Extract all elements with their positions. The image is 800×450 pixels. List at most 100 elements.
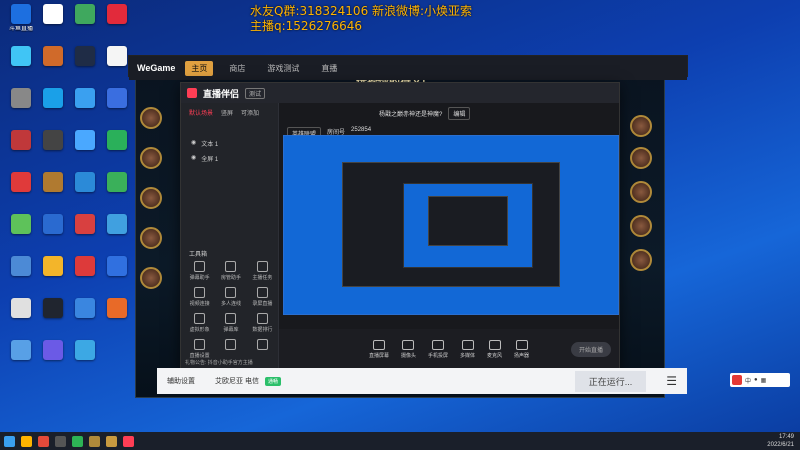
tool-item[interactable] — [216, 339, 245, 359]
desktop-icon[interactable] — [100, 88, 134, 128]
desktop-icon[interactable] — [68, 298, 102, 338]
scene-tab-vertical[interactable]: 竖屏 — [221, 108, 233, 117]
eye-icon[interactable]: ◉ — [191, 139, 196, 148]
bottom-action[interactable]: 摄像头 — [401, 339, 416, 359]
tool-item[interactable]: 视频连接 — [185, 287, 214, 307]
desktop-icon[interactable] — [36, 214, 70, 254]
desktop-icon[interactable] — [68, 340, 102, 380]
wegame-icon[interactable] — [106, 435, 117, 447]
ime-toolbar[interactable]: 中 ● ▦ — [730, 373, 790, 387]
champion-portrait[interactable] — [140, 187, 162, 209]
tab-home[interactable]: 主页 — [185, 60, 214, 76]
tool-item[interactable]: 房管助手 — [216, 261, 245, 281]
tool-item[interactable]: 虚拟形象 — [185, 313, 214, 333]
tool-item[interactable]: 弹幕库 — [216, 313, 245, 333]
desktop-icon[interactable] — [68, 256, 102, 296]
champion-portrait[interactable] — [140, 147, 162, 169]
running-status-button[interactable]: 正在运行... — [574, 370, 647, 392]
desktop-icon[interactable] — [4, 172, 38, 212]
keyboard-icon[interactable]: ▦ — [761, 377, 767, 384]
mic-icon[interactable]: ● — [754, 377, 758, 383]
desktop-icon[interactable] — [4, 256, 38, 296]
desktop-icon[interactable] — [4, 340, 38, 380]
desktop-icon[interactable]: 斗鱼直播 — [4, 4, 38, 44]
explorer-icon[interactable] — [21, 435, 32, 447]
action-label: 多媒体 — [460, 352, 476, 359]
source-item[interactable]: ◉ 全屏 1 — [181, 151, 278, 166]
app-icon — [75, 46, 95, 66]
app-icon[interactable] — [55, 435, 66, 447]
wechat-icon[interactable] — [72, 435, 83, 447]
champion-portrait[interactable] — [630, 249, 652, 271]
desktop-icon[interactable] — [68, 172, 102, 212]
desktop-icon-label: 斗鱼直播 — [8, 26, 33, 32]
topic-edit-button[interactable]: 编辑 — [448, 107, 471, 120]
champion-portrait[interactable] — [140, 227, 162, 249]
desktop-icon[interactable] — [68, 214, 102, 254]
desktop-icon[interactable] — [36, 340, 70, 380]
desktop-icon[interactable] — [100, 256, 134, 296]
desktop-icon[interactable] — [100, 172, 134, 212]
desktop-icon[interactable] — [68, 88, 102, 128]
tab-live[interactable]: 直播 — [315, 61, 343, 76]
start-icon[interactable] — [4, 435, 15, 447]
menu-icon[interactable]: ☰ — [666, 374, 677, 388]
ime-mode[interactable]: 中 — [745, 376, 751, 385]
tray-clock[interactable]: 17:49 2022/6/21 — [767, 433, 794, 449]
tool-item[interactable]: 弹幕助手 — [185, 261, 214, 281]
desktop-icon[interactable] — [4, 298, 38, 338]
chrome-icon[interactable] — [38, 435, 49, 447]
tool-item[interactable]: 录屏直播 — [248, 287, 277, 307]
desktop-icon[interactable] — [68, 46, 102, 86]
assist-settings-button[interactable]: 辅助设置 — [167, 376, 195, 386]
champion-portrait[interactable] — [630, 215, 652, 237]
desktop-icon[interactable] — [100, 130, 134, 170]
bottom-action[interactable]: 手机投屏 — [428, 339, 448, 359]
desktop-icon[interactable] — [36, 172, 70, 212]
champion-portrait[interactable] — [630, 147, 652, 169]
stream-app-icon[interactable] — [123, 435, 134, 447]
source-item[interactable]: ◉ 文本 1 — [181, 136, 278, 151]
go-live-button[interactable]: 开始直播 — [570, 342, 611, 357]
scene-tab-default[interactable]: 默认场景 — [189, 108, 213, 117]
scene-tab-add[interactable]: 可添加 — [241, 108, 259, 117]
action-label: 麦克风 — [487, 352, 503, 359]
champion-portrait[interactable] — [630, 115, 652, 137]
bottom-action[interactable]: 麦克风 — [487, 339, 503, 359]
tool-label: 主播任务 — [252, 275, 273, 281]
eye-icon[interactable]: ◉ — [191, 154, 196, 163]
desktop-icon[interactable] — [36, 298, 70, 338]
desktop-icon[interactable] — [36, 88, 70, 128]
desktop-icon[interactable] — [4, 46, 38, 86]
champion-portrait[interactable] — [140, 267, 162, 289]
bottom-action[interactable]: 直播屏幕 — [369, 339, 389, 359]
bottom-action[interactable]: 扬声器 — [514, 339, 529, 359]
tab-store[interactable]: 商店 — [223, 61, 251, 76]
game-server[interactable]: 艾欧尼亚 电信 通畅 — [215, 376, 281, 386]
desktop-icon[interactable] — [100, 4, 134, 44]
champion-portrait[interactable] — [140, 107, 162, 129]
desktop-icon[interactable] — [36, 130, 70, 170]
status-badge: 通畅 — [264, 376, 281, 386]
tab-test[interactable]: 游戏测试 — [261, 61, 305, 76]
desktop-icon[interactable] — [36, 256, 70, 296]
desktop-icon[interactable] — [4, 214, 38, 254]
tool-item[interactable]: 直播设置 — [185, 339, 214, 359]
tool-label: 录屏直播 — [252, 301, 273, 307]
desktop-icon[interactable] — [100, 214, 134, 254]
desktop-icon[interactable] — [100, 298, 134, 338]
tool-item[interactable]: 主播任务 — [248, 261, 277, 281]
desktop-icon[interactable] — [4, 130, 38, 170]
desktop-icon[interactable] — [68, 4, 102, 44]
tool-item[interactable]: 数据排行 — [248, 313, 277, 333]
tool-item[interactable] — [248, 339, 277, 359]
desktop-icon[interactable] — [4, 88, 38, 128]
champion-portrait[interactable] — [630, 181, 652, 203]
desktop-icon[interactable] — [36, 46, 70, 86]
tool-item[interactable]: 多人连线 — [216, 287, 245, 307]
bottom-action[interactable]: 多媒体 — [460, 339, 476, 359]
desktop-icon[interactable] — [68, 130, 102, 170]
lol-icon[interactable] — [89, 435, 100, 447]
desktop-icon[interactable] — [36, 4, 70, 44]
app-icon — [43, 256, 63, 276]
